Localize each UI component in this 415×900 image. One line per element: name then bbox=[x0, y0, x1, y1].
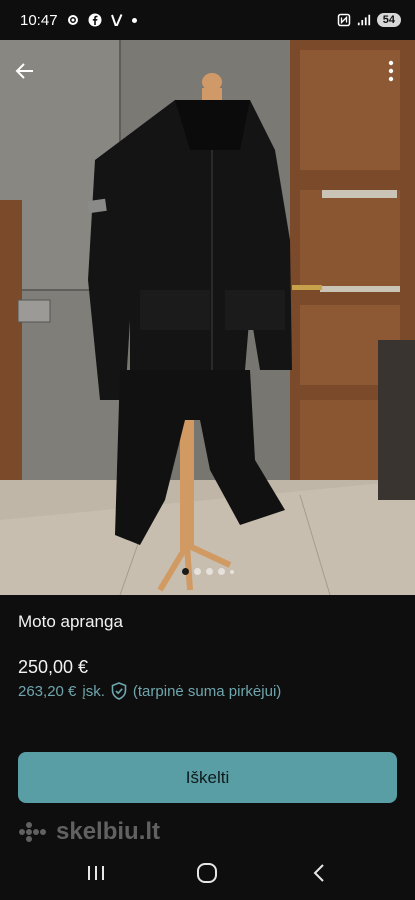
listing-price: 250,00 € bbox=[18, 657, 89, 677]
skelbiu-logo: skelbiu.lt bbox=[18, 818, 160, 846]
listing-title: Moto apranga bbox=[18, 612, 123, 631]
vinted-icon bbox=[110, 13, 124, 27]
recents-icon bbox=[87, 865, 104, 880]
buyer-price-suffix: įsk. bbox=[82, 682, 105, 700]
arrow-left-icon bbox=[15, 63, 33, 79]
listing-photo[interactable] bbox=[0, 40, 415, 595]
home-button[interactable] bbox=[187, 853, 227, 893]
status-time: 10:47 bbox=[20, 11, 58, 29]
gallery-dot[interactable] bbox=[181, 568, 189, 575]
gallery-dot[interactable] bbox=[217, 568, 225, 575]
status-right: 54 bbox=[337, 13, 401, 27]
notification-dot-icon bbox=[131, 17, 137, 23]
back-chevron-icon bbox=[313, 863, 324, 882]
promote-button[interactable]: Iškelti bbox=[18, 752, 397, 803]
battery-icon: 54 bbox=[376, 13, 401, 27]
status-bar: 10:47 54 bbox=[0, 0, 415, 40]
shield-check-icon[interactable] bbox=[111, 682, 127, 700]
more-vertical-icon bbox=[388, 60, 394, 82]
system-nav-bar bbox=[0, 845, 415, 900]
buyer-price-row: 263,20 € įsk. (tarpinė suma pirkėjui) bbox=[18, 682, 281, 700]
recents-button[interactable] bbox=[76, 853, 116, 893]
system-back-button[interactable] bbox=[299, 853, 339, 893]
home-icon bbox=[197, 862, 218, 883]
gallery-dot[interactable] bbox=[229, 569, 234, 574]
more-options-button[interactable] bbox=[381, 56, 401, 86]
gallery-pagination bbox=[0, 568, 415, 575]
gallery-dot[interactable] bbox=[205, 568, 213, 575]
gallery-dot[interactable] bbox=[193, 568, 201, 575]
buyer-price: 263,20 € bbox=[18, 682, 77, 700]
signal-icon bbox=[357, 13, 371, 27]
logo-text: skelbiu.lt bbox=[56, 818, 161, 845]
battery-level: 54 bbox=[382, 14, 395, 26]
status-left: 10:47 bbox=[20, 12, 137, 29]
back-button[interactable] bbox=[10, 56, 40, 86]
facebook-icon bbox=[88, 13, 102, 27]
buyer-price-note[interactable]: (tarpinė suma pirkėjui) bbox=[133, 683, 281, 700]
nfc-icon bbox=[337, 13, 351, 27]
settings-icon bbox=[66, 13, 80, 27]
listing-photo-graphic bbox=[0, 40, 415, 595]
skelbiu-logo-icon bbox=[19, 822, 46, 842]
listing-info: Moto apranga bbox=[18, 612, 397, 632]
